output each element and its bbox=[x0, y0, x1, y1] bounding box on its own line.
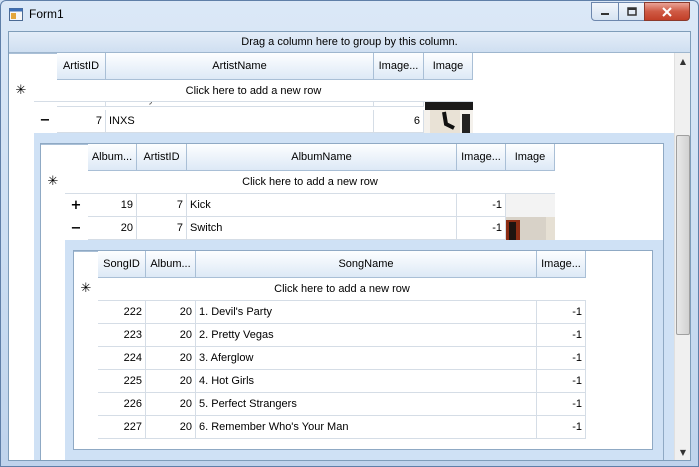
album-artistid-cell[interactable]: 7 bbox=[137, 194, 187, 217]
song-name-cell[interactable]: 3. Aferglow bbox=[196, 347, 537, 370]
album-id-cell[interactable]: 19 bbox=[88, 194, 137, 217]
new-row-marker: ✳ bbox=[47, 174, 59, 189]
song-id-cell[interactable]: 225 bbox=[98, 370, 146, 393]
album-image-thumbnail bbox=[506, 194, 555, 217]
album-id-cell[interactable]: 20 bbox=[88, 217, 137, 240]
song-id-cell[interactable]: 222 bbox=[98, 301, 146, 324]
row-indicator-header bbox=[9, 53, 34, 54]
minimize-button[interactable] bbox=[591, 2, 619, 21]
header-albumname[interactable]: AlbumName bbox=[187, 144, 457, 171]
song-image-bytes-cell[interactable]: -1 bbox=[537, 370, 586, 393]
header-artistid[interactable]: ArtistID bbox=[57, 53, 106, 80]
song-id-cell[interactable]: 226 bbox=[98, 393, 146, 416]
main-window: Form1 Drag a column here to group by thi… bbox=[0, 0, 699, 467]
header-artistname[interactable]: ArtistName bbox=[106, 53, 374, 80]
expander-header bbox=[65, 144, 88, 145]
scroll-up-icon[interactable]: ▲ bbox=[675, 53, 690, 70]
song-image-bytes-cell[interactable]: -1 bbox=[537, 347, 586, 370]
song-id-cell[interactable]: 227 bbox=[98, 416, 146, 439]
album-cover-icon bbox=[506, 217, 555, 240]
collapse-button[interactable]: − bbox=[34, 110, 56, 132]
group-panel[interactable]: Drag a column here to group by this colu… bbox=[9, 32, 690, 53]
close-button[interactable] bbox=[644, 2, 690, 21]
artist-image-bytes-cell[interactable]: 6 bbox=[374, 110, 424, 133]
album-name-cell[interactable]: Switch bbox=[187, 217, 457, 240]
row-indicator-header bbox=[74, 251, 98, 252]
header-image[interactable]: Image bbox=[424, 53, 473, 80]
expand-button[interactable]: + bbox=[65, 195, 87, 217]
scroll-thumb[interactable] bbox=[676, 135, 690, 335]
song-name-cell[interactable]: 6. Remember Who's Your Man bbox=[196, 416, 537, 439]
window-title: Form1 bbox=[29, 7, 64, 21]
song-albumid-cell[interactable]: 20 bbox=[146, 393, 196, 416]
albums-new-row[interactable]: Click here to add a new row bbox=[65, 171, 555, 194]
title-bar[interactable]: Form1 bbox=[1, 1, 698, 29]
song-albumid-cell[interactable]: 20 bbox=[146, 347, 196, 370]
expander-header bbox=[34, 53, 57, 54]
header-image[interactable]: Image bbox=[506, 144, 555, 171]
albums-grid: Album... ArtistID AlbumName Image... Ima… bbox=[40, 143, 664, 460]
collapse-button[interactable]: − bbox=[65, 218, 87, 240]
header-songname[interactable]: SongName bbox=[196, 251, 537, 278]
artists-grid: ArtistID ArtistName Image... Image ✳ Cli… bbox=[9, 53, 674, 460]
song-name-cell[interactable]: 2. Pretty Vegas bbox=[196, 324, 537, 347]
song-image-bytes-cell[interactable]: -1 bbox=[537, 324, 586, 347]
artists-new-row-overlay: Click here to add a new row bbox=[34, 80, 473, 102]
song-name-cell[interactable]: 4. Hot Girls bbox=[196, 370, 537, 393]
song-image-bytes-cell[interactable]: -1 bbox=[537, 301, 586, 324]
maximize-icon bbox=[626, 7, 637, 16]
song-id-cell[interactable]: 223 bbox=[98, 324, 146, 347]
artist-name-cell[interactable]: INXS bbox=[106, 110, 374, 133]
song-name-cell[interactable]: 1. Devil's Party bbox=[196, 301, 537, 324]
header-image-bytes[interactable]: Image... bbox=[457, 144, 506, 171]
scroll-down-icon[interactable]: ▼ bbox=[675, 444, 690, 460]
songs-new-row[interactable]: Click here to add a new row bbox=[98, 278, 586, 301]
form-icon bbox=[9, 8, 23, 21]
grid-control: Drag a column here to group by this colu… bbox=[8, 31, 691, 461]
song-id-cell[interactable]: 224 bbox=[98, 347, 146, 370]
header-songid[interactable]: SongID bbox=[98, 251, 146, 278]
song-albumid-cell[interactable]: 20 bbox=[146, 301, 196, 324]
header-albumid[interactable]: Album... bbox=[88, 144, 137, 171]
album-detail-panel: Album... ArtistID AlbumName Image... Ima… bbox=[34, 133, 674, 460]
maximize-button[interactable] bbox=[618, 2, 645, 21]
song-image-bytes-cell[interactable]: -1 bbox=[537, 416, 586, 439]
row-indicator-header bbox=[41, 144, 65, 145]
song-detail-panel: SongID Album... SongName Image... ✳ Clic… bbox=[65, 240, 663, 460]
new-row-marker: ✳ bbox=[15, 83, 27, 98]
album-image-thumbnail bbox=[506, 217, 555, 240]
artist-image-thumbnail bbox=[425, 102, 473, 110]
song-albumid-cell[interactable]: 20 bbox=[146, 370, 196, 393]
artist-image-thumbnail bbox=[424, 110, 473, 133]
album-image-bytes-cell[interactable]: -1 bbox=[457, 194, 506, 217]
vertical-scrollbar[interactable]: ▲ ▼ bbox=[674, 53, 690, 460]
album-name-cell[interactable]: Kick bbox=[187, 194, 457, 217]
artist-id-cell[interactable]: 7 bbox=[57, 110, 106, 133]
album-image-bytes-cell[interactable]: -1 bbox=[457, 217, 506, 240]
song-name-cell[interactable]: 5. Perfect Strangers bbox=[196, 393, 537, 416]
header-image-bytes[interactable]: Image... bbox=[374, 53, 424, 80]
close-icon bbox=[662, 6, 672, 17]
song-image-bytes-cell[interactable]: -1 bbox=[537, 393, 586, 416]
song-albumid-cell[interactable]: 20 bbox=[146, 324, 196, 347]
songs-grid: SongID Album... SongName Image... ✳ Clic… bbox=[73, 250, 653, 450]
header-artistid[interactable]: ArtistID bbox=[137, 144, 187, 171]
header-albumid[interactable]: Album... bbox=[146, 251, 196, 278]
minimize-icon bbox=[601, 12, 609, 15]
song-albumid-cell[interactable]: 20 bbox=[146, 416, 196, 439]
new-row-marker: ✳ bbox=[80, 281, 92, 296]
header-image-bytes[interactable]: Image... bbox=[537, 251, 586, 278]
album-artistid-cell[interactable]: 7 bbox=[137, 217, 187, 240]
artist-photo-icon bbox=[430, 110, 470, 133]
